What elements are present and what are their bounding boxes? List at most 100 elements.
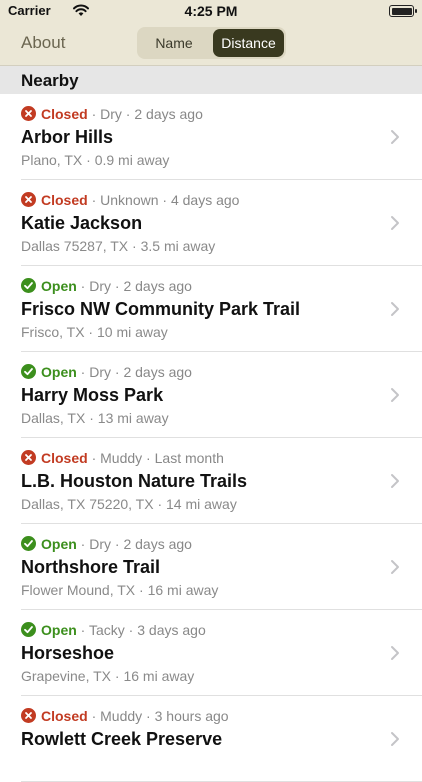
trail-updated: 3 hours ago [154, 708, 229, 724]
trail-distance: 16 mi away [147, 582, 219, 598]
section-title: Nearby [21, 71, 79, 90]
trail-status: Open [41, 364, 77, 380]
x-circle-icon [21, 708, 36, 723]
x-circle-icon [21, 450, 36, 465]
trail-name: Harry Moss Park [21, 385, 164, 405]
trail-name: Frisco NW Community Park Trail [21, 299, 301, 319]
chevron-right-icon [391, 646, 399, 660]
trail-row[interactable]: Open · Dry · 2 days ago Frisco NW Communi… [0, 266, 422, 352]
trail-row[interactable]: Closed · Muddy · Last month L.B. Houston … [0, 438, 422, 524]
separator-dot: · [84, 324, 97, 340]
trail-row[interactable]: Closed · Muddy · 3 hours ago Rowlett Cree… [0, 696, 422, 782]
trail-updated: 2 days ago [123, 536, 192, 552]
trail-location-line: Dallas, TX · 13 mi away [21, 410, 169, 426]
trail-updated: 3 days ago [137, 622, 206, 638]
trail-updated: Last month [154, 450, 224, 466]
separator-dot: · [87, 106, 101, 122]
chevron-right-icon [391, 560, 399, 574]
battery-icon [389, 5, 417, 17]
trail-status: Closed [41, 192, 88, 208]
trail-distance: 3.5 mi away [140, 238, 216, 254]
checkmark-circle-icon [21, 278, 36, 293]
trail-row[interactable]: Closed · Dry · 2 days ago Arbor Hills Plan… [0, 94, 422, 180]
trail-status-line: Closed · Dry · 2 days ago [21, 106, 203, 122]
chevron-right-icon [391, 216, 399, 230]
separator-dot: · [124, 622, 138, 638]
trail-status-line: Open · Dry · 2 days ago [21, 278, 192, 294]
trail-updated: 2 days ago [123, 364, 192, 380]
trail-status-line: Closed · Muddy · Last month [21, 450, 224, 466]
separator-dot: · [153, 496, 167, 512]
trail-distance: 16 mi away [123, 668, 195, 684]
trail-location-line: Plano, TX · 0.9 mi away [21, 152, 169, 168]
trail-status: Closed [41, 450, 88, 466]
trail-location: Grapevine, TX [21, 668, 112, 684]
trail-row[interactable]: Open · Tacky · 3 days ago Horseshoe Grapev… [0, 610, 422, 696]
trail-location-line: Grapevine, TX · 16 mi away [21, 668, 194, 684]
separator-dot: · [111, 278, 124, 294]
trail-row[interactable]: Open · Dry · 2 days ago Northshore Trail F… [0, 524, 422, 610]
trail-location: Frisco, TX [21, 324, 85, 340]
trail-condition: Unknown [100, 192, 159, 208]
trail-updated: 2 days ago [134, 106, 203, 122]
status-bar: Carrier 4:25 PM [0, 0, 422, 22]
separator-dot: · [158, 192, 171, 208]
separator-dot: · [87, 192, 101, 208]
trail-status: Closed [41, 708, 88, 724]
sort-by-distance-segment[interactable]: Distance [213, 29, 284, 57]
sort-by-name-segment[interactable]: Name [139, 29, 209, 57]
trail-status-line: Closed · Muddy · 3 hours ago [21, 708, 229, 724]
clock: 4:25 PM [184, 3, 238, 19]
navigation-bar: Carrier 4:25 PM About Name Distance [0, 0, 422, 66]
checkmark-circle-icon [21, 622, 36, 637]
x-circle-icon [21, 106, 36, 121]
chevron-right-icon [391, 732, 399, 746]
separator-dot: · [76, 622, 89, 638]
trail-location-line: Flower Mound, TX · 16 mi away [21, 582, 218, 598]
trail-distance: 10 mi away [96, 324, 168, 340]
separator-dot: · [76, 278, 90, 294]
about-button[interactable]: About [21, 33, 65, 53]
trail-updated: 4 days ago [170, 192, 240, 208]
trail-name: Katie Jackson [21, 213, 143, 233]
trail-status-line: Open · Tacky · 3 days ago [21, 622, 206, 638]
checkmark-circle-icon [21, 364, 36, 379]
x-circle-icon [21, 192, 36, 207]
trail-status: Open [41, 536, 77, 552]
trail-condition: Dry [89, 278, 112, 294]
section-header: Nearby [0, 66, 422, 94]
trail-status-line: Open · Dry · 2 days ago [21, 536, 192, 552]
trail-distance: 13 mi away [97, 410, 169, 426]
trail-condition: Muddy [100, 450, 143, 466]
trail-condition: Muddy [100, 708, 143, 724]
trail-name: Horseshoe [21, 643, 115, 663]
trail-location-line: Dallas, TX 75220, TX · 14 mi away [21, 496, 237, 512]
separator-dot: · [87, 708, 101, 724]
trail-name: Rowlett Creek Preserve [21, 729, 223, 749]
chevron-right-icon [391, 388, 399, 402]
trail-list: Closed · Dry · 2 days ago Arbor Hills Plan… [0, 94, 422, 782]
chevron-right-icon [391, 302, 399, 316]
separator-dot: · [128, 238, 141, 254]
checkmark-circle-icon [21, 536, 36, 551]
trail-row[interactable]: Closed · Unknown · 4 days ago Katie Jacks… [0, 180, 422, 266]
trail-location: Dallas, TX 75220, TX [21, 496, 154, 512]
trail-location-line: Frisco, TX · 10 mi away [21, 324, 168, 340]
trail-row[interactable]: Open · Dry · 2 days ago Harry Moss Park Da… [0, 352, 422, 438]
separator-dot: · [142, 450, 155, 466]
trail-name: Arbor Hills [21, 127, 114, 147]
separator-dot: · [121, 106, 135, 122]
trail-updated: 2 days ago [123, 278, 192, 294]
trail-distance: 0.9 mi away [94, 152, 170, 168]
separator-dot: · [82, 152, 95, 168]
trail-condition: Tacky [88, 622, 125, 638]
separator-dot: · [76, 364, 90, 380]
separator-dot: · [76, 536, 90, 552]
sort-segmented-control: Name Distance [137, 27, 286, 59]
separator-dot: · [142, 708, 155, 724]
trail-name: Northshore Trail [21, 557, 161, 577]
trail-status-line: Closed · Unknown · 4 days ago [21, 192, 239, 208]
trail-condition: Dry [89, 364, 112, 380]
separator-dot: · [87, 450, 101, 466]
trail-condition: Dry [100, 106, 122, 122]
